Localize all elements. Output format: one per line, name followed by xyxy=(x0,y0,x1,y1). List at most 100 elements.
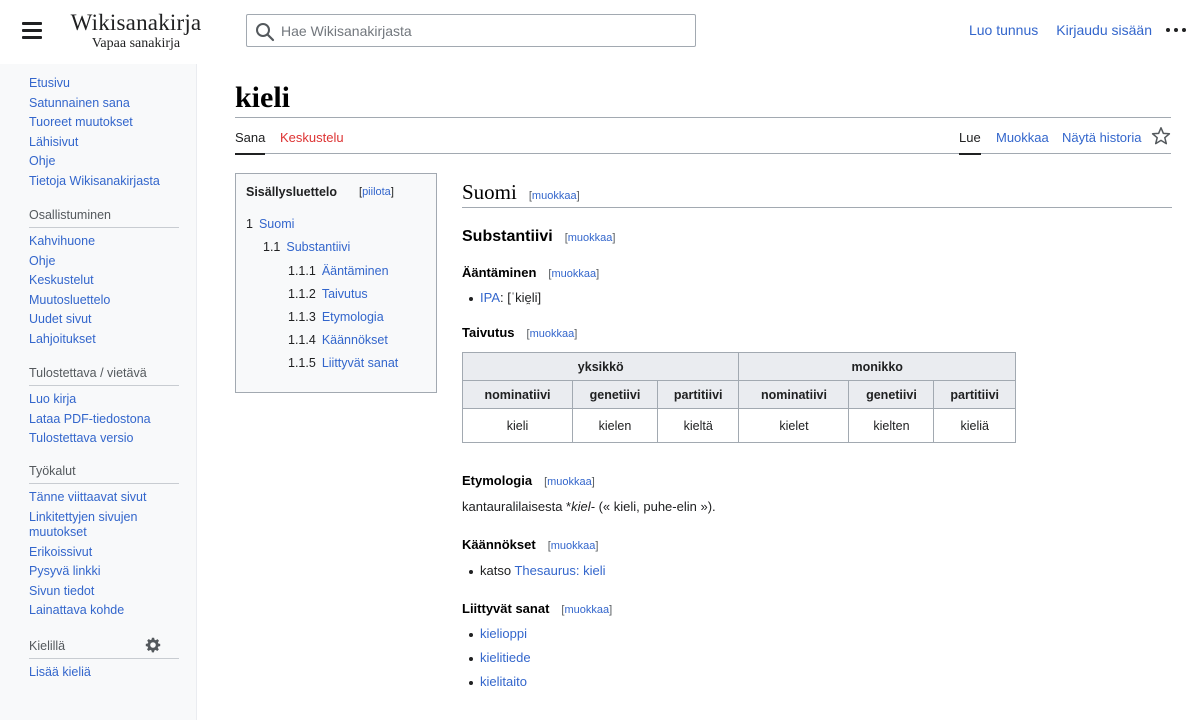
sidebar-item-download-pdf[interactable]: Lataa PDF-tiedostona xyxy=(29,410,179,430)
main-menu-button[interactable] xyxy=(22,20,44,40)
more-options-button[interactable] xyxy=(1166,22,1186,38)
sidebar-item-related-changes[interactable]: Linkitettyjen sivujen muutokset xyxy=(29,510,179,540)
toc-item[interactable]: 1.1.1 Ääntäminen xyxy=(288,264,389,278)
sidebar-item-permanent-link[interactable]: Pysyvä linkki xyxy=(29,562,179,582)
heading-language-label: Suomi xyxy=(462,180,517,204)
sidebar-item-page-info[interactable]: Sivun tiedot xyxy=(29,582,179,602)
table-cell: kielten xyxy=(848,408,935,443)
heading-infl-label: Taivutus xyxy=(462,325,515,340)
logo-wordmark: Wikisanakirja xyxy=(70,10,202,35)
toc-item[interactable]: 1.1.4 Käännökset xyxy=(288,333,388,347)
sidebar-item-changelog[interactable]: Muutosluettelo xyxy=(29,291,179,311)
sidebar-item-donations[interactable]: Lahjoitukset xyxy=(29,330,179,350)
sidebar-item-special-pages[interactable]: Erikoissivut xyxy=(29,543,179,563)
gear-icon[interactable] xyxy=(145,637,161,653)
heading-trans-label: Käännökset xyxy=(462,537,536,552)
table-header-case: partitiivi xyxy=(933,380,1016,409)
table-header-plural: monikko xyxy=(738,352,1016,381)
tab-history[interactable]: Näytä historia xyxy=(1062,130,1141,154)
sidebar-heading-participate: Osallistuminen xyxy=(29,208,179,228)
section-edit: [muokkaa] xyxy=(561,604,613,616)
ipa-link[interactable]: IPA xyxy=(480,290,500,305)
toc-title: Sisällysluettelo xyxy=(246,185,338,199)
heading-related-words: Liittyvät sanat [muokkaa] xyxy=(462,601,612,616)
related-word-link[interactable]: kielioppi xyxy=(480,626,527,641)
login-link[interactable]: Kirjaudu sisään xyxy=(1056,22,1152,38)
table-row: kieli kielen kieltä kielet kielten kieli… xyxy=(461,408,1016,443)
edit-section-link[interactable]: muokkaa xyxy=(530,328,575,340)
sidebar-item-printable[interactable]: Tulostettava versio xyxy=(29,429,179,449)
tab-word[interactable]: Sana xyxy=(235,130,266,155)
heading-etymology: Etymologia [muokkaa] xyxy=(462,473,595,488)
related-word-link[interactable]: kielitaito xyxy=(480,674,527,689)
edit-section-link[interactable]: muokkaa xyxy=(564,604,609,616)
table-row: nominatiivi genetiivi partitiivi nominat… xyxy=(461,380,1016,409)
table-cell: kieliä xyxy=(933,408,1016,443)
heading-inflection: Taivutus [muokkaa] xyxy=(462,325,577,340)
edit-section-link[interactable]: muokkaa xyxy=(551,268,596,280)
section-edit: [muokkaa] xyxy=(526,328,578,340)
sidebar-item-help[interactable]: Ohje xyxy=(29,152,179,172)
sidebar: Etusivu Satunnainen sana Tuoreet muutoks… xyxy=(0,64,196,720)
search-icon xyxy=(256,23,275,42)
table-header-case: genetiivi xyxy=(572,380,658,409)
sidebar-item-new-pages[interactable]: Uudet sivut xyxy=(29,310,179,330)
toc-item[interactable]: 1.1.5 Liittyvät sanat xyxy=(288,356,398,370)
hamburger-icon xyxy=(22,22,42,25)
search-input[interactable] xyxy=(281,15,681,46)
sidebar-item-main-page[interactable]: Etusivu xyxy=(29,74,179,94)
toc-hide-link[interactable]: piilota xyxy=(362,186,391,198)
title-divider xyxy=(235,117,1171,118)
sidebar-item-nearby[interactable]: Lähisivut xyxy=(29,133,179,153)
toc-item[interactable]: 1 Suomi xyxy=(246,217,294,231)
create-account-link[interactable]: Luo tunnus xyxy=(969,22,1038,38)
section-edit: [muokkaa] xyxy=(548,268,600,280)
page-title: kieli xyxy=(235,81,291,114)
tab-talk[interactable]: Keskustelu xyxy=(280,130,344,154)
related-word-item: kielitaito xyxy=(469,674,527,689)
sidebar-item-wikidata[interactable]: Lainattava kohde xyxy=(29,601,179,621)
sidebar-heading-languages: Kielillä xyxy=(29,637,179,659)
heading-pos-label: Substantiivi xyxy=(462,228,553,245)
sidebar-item-what-links-here[interactable]: Tänne viittaavat sivut xyxy=(29,488,179,508)
section-divider xyxy=(462,207,1172,208)
toc-item[interactable]: 1.1.3 Etymologia xyxy=(288,310,384,324)
edit-section-link[interactable]: muokkaa xyxy=(551,540,596,552)
etymology-text: kantauralilaisesta *kiel- (« kieli, puhe… xyxy=(462,499,716,514)
toc-item[interactable]: 1.1.2 Taivutus xyxy=(288,287,368,301)
thesaurus-link[interactable]: Thesaurus: kieli xyxy=(514,563,605,578)
edit-section-link[interactable]: muokkaa xyxy=(547,476,592,488)
toc-item[interactable]: 1.1 Substantiivi xyxy=(263,240,350,254)
table-of-contents: Sisällysluettelo [piilota] 1 Suomi 1.1 Sub… xyxy=(235,173,437,393)
site-logo[interactable]: Wikisanakirja Vapaa sanakirja xyxy=(66,10,206,51)
sidebar-main-nav: Etusivu Satunnainen sana Tuoreet muutoks… xyxy=(29,74,179,192)
sidebar-item-help-2[interactable]: Ohje xyxy=(29,252,179,272)
table-cell: kielen xyxy=(572,408,658,443)
sidebar-item-about[interactable]: Tietoja Wikisanakirjasta xyxy=(29,172,179,192)
toc-toggle: [piilota] xyxy=(359,186,394,198)
edit-section-link[interactable]: muokkaa xyxy=(568,232,613,244)
sidebar-item-add-languages[interactable]: Lisää kieliä xyxy=(29,663,179,683)
table-header-case: nominatiivi xyxy=(738,380,850,409)
ellipsis-icon xyxy=(1166,28,1170,32)
table-header-case: nominatiivi xyxy=(461,380,574,409)
tab-edit[interactable]: Muokkaa xyxy=(996,130,1049,154)
sidebar-heading-print: Tulostettava / vietävä xyxy=(29,366,179,386)
heading-pronunciation: Ääntäminen [muokkaa] xyxy=(462,265,599,280)
edit-section-link[interactable]: muokkaa xyxy=(532,190,577,202)
sidebar-item-recent-changes[interactable]: Tuoreet muutokset xyxy=(29,113,179,133)
sidebar-heading-tools: Työkalut xyxy=(29,464,179,484)
content-area: kieli Sana Keskustelu Lue Muokkaa Näytä … xyxy=(196,64,1200,720)
page-tabs: Sana Keskustelu Lue Muokkaa Näytä histor… xyxy=(235,126,1171,155)
tab-read[interactable]: Lue xyxy=(959,130,981,155)
watch-star-icon[interactable] xyxy=(1151,126,1171,146)
ipa-value: : [ˈkie̯li] xyxy=(500,290,542,305)
sidebar-item-random[interactable]: Satunnainen sana xyxy=(29,94,179,114)
sidebar-item-discussions[interactable]: Keskustelut xyxy=(29,271,179,291)
search-box[interactable] xyxy=(246,14,696,47)
table-header-case: genetiivi xyxy=(848,380,935,409)
sidebar-item-village-pump[interactable]: Kahvihuone xyxy=(29,232,179,252)
related-word-link[interactable]: kielitiede xyxy=(480,650,531,665)
sidebar-item-create-book[interactable]: Luo kirja xyxy=(29,390,179,410)
logo-tagline: Vapaa sanakirja xyxy=(91,36,181,51)
